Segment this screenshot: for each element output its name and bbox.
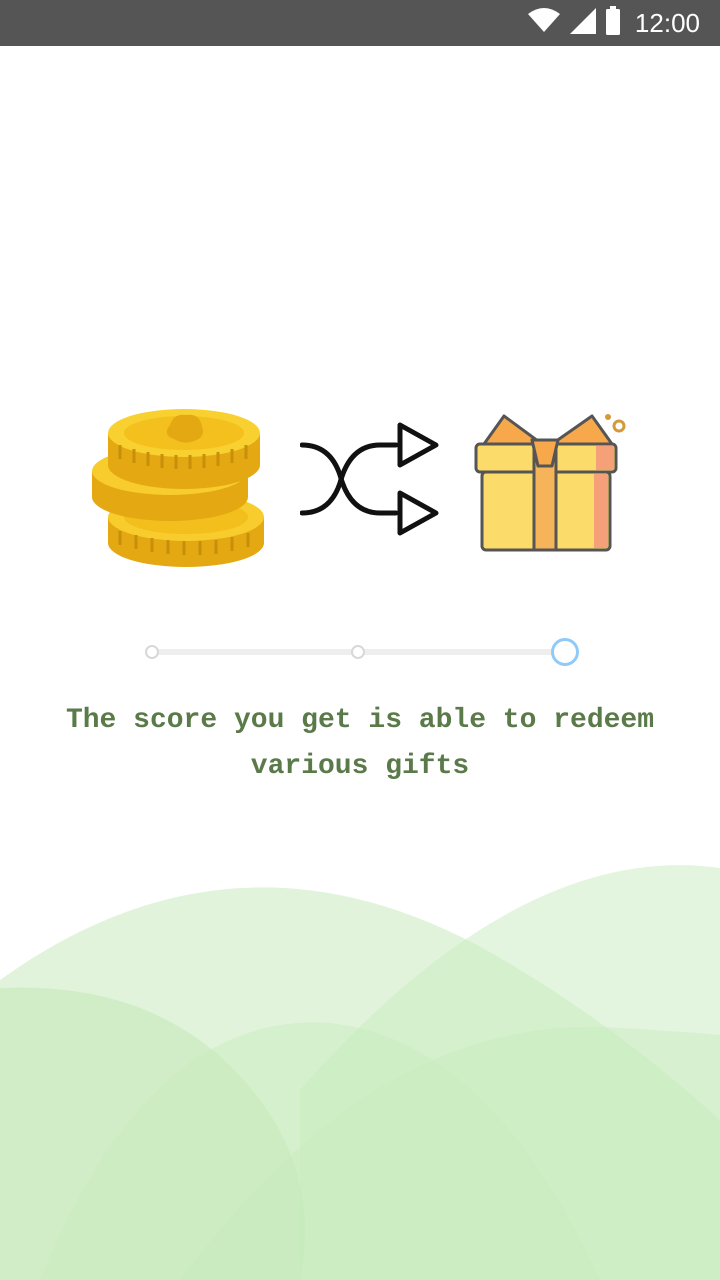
green-hills-background (0, 865, 720, 1280)
shuffle-arrows-icon (300, 422, 439, 536)
battery-icon (605, 6, 621, 40)
page-indicator-dot-2[interactable] (351, 645, 365, 659)
cellular-signal-icon (569, 7, 597, 39)
coin-stack-icon (92, 409, 264, 567)
page-indicator (140, 636, 585, 668)
wifi-icon (527, 8, 561, 38)
caption-line-1: The score you get is able to redeem (65, 705, 655, 736)
gift-box-icon (474, 414, 626, 552)
caption-line-2: various gifts (250, 751, 470, 782)
page-indicator-dot-3-active[interactable] (551, 638, 579, 666)
page-indicator-dot-1[interactable] (145, 645, 159, 659)
status-icons: 12:00 (527, 0, 700, 46)
status-bar: 12:00 (0, 0, 720, 46)
status-time: 12:00 (634, 7, 700, 38)
onboarding-caption: The score you get is able to redeem vari… (10, 698, 710, 790)
redeem-illustration (90, 395, 640, 575)
